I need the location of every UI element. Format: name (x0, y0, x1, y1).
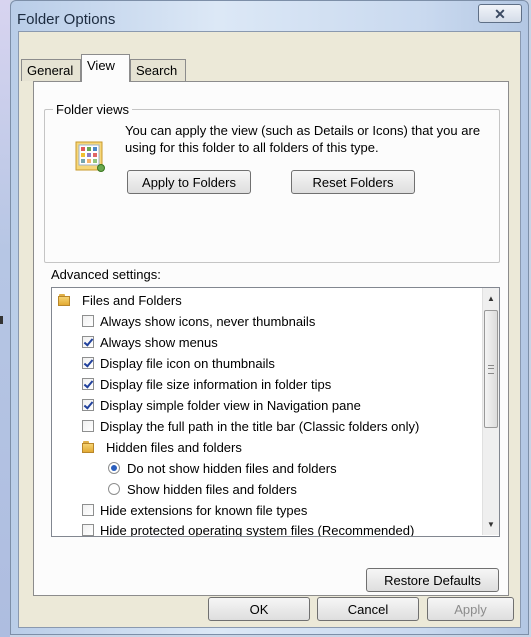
advanced-settings-label: Advanced settings: (51, 267, 161, 282)
setting-simple-folder-view[interactable]: Display simple folder view in Navigation… (82, 395, 361, 415)
folder-views-legend: Folder views (53, 102, 132, 117)
setting-label: Display file icon on thumbnails (100, 355, 275, 371)
setting-display-file-icon[interactable]: Display file icon on thumbnails (82, 353, 275, 373)
apply-button[interactable]: Apply (427, 597, 514, 621)
tab-view[interactable]: View (81, 54, 130, 82)
radio-button[interactable] (108, 462, 120, 474)
view-tab-panel: Folder views You can apply the view (suc… (33, 81, 509, 596)
tab-general[interactable]: General (21, 59, 81, 81)
folder-view-icon (75, 141, 105, 172)
ok-button[interactable]: OK (208, 597, 310, 621)
tree-category-files-folders: Files and Folders (58, 290, 182, 310)
restore-defaults-button[interactable]: Restore Defaults (366, 568, 499, 592)
folder-icon (58, 293, 72, 307)
setting-label: Display simple folder view in Navigation… (100, 397, 361, 413)
setting-display-full-path[interactable]: Display the full path in the title bar (… (82, 416, 419, 436)
checkbox[interactable] (82, 336, 94, 348)
background-mark (0, 316, 3, 324)
folder-views-group: Folder views You can apply the view (suc… (44, 102, 500, 263)
scroll-down-arrow-icon[interactable]: ▼ (483, 516, 499, 533)
scroll-thumb[interactable] (484, 310, 498, 428)
checkbox[interactable] (82, 420, 94, 432)
close-button[interactable]: ✕ (478, 4, 522, 23)
setting-hide-protected-files[interactable]: Hide protected operating system files (R… (82, 520, 415, 537)
checkbox[interactable] (82, 504, 94, 516)
folder-views-description: You can apply the view (such as Details … (125, 123, 481, 155)
setting-label: Hide extensions for known file types (100, 502, 308, 518)
setting-display-file-size[interactable]: Display file size information in folder … (82, 374, 331, 394)
vertical-scrollbar[interactable]: ▲ ▼ (482, 288, 499, 535)
setting-label: Display the full path in the title bar (… (100, 418, 420, 434)
category-label: Files and Folders (82, 292, 182, 308)
window-title: Folder Options (17, 11, 116, 28)
setting-label: Do not show hidden files and folders (127, 460, 337, 476)
setting-always-show-menus[interactable]: Always show menus (82, 332, 218, 352)
tab-general-label: General (27, 63, 74, 78)
reset-folders-button[interactable]: Reset Folders (291, 170, 415, 194)
category-label: Hidden files and folders (106, 439, 242, 455)
folder-options-window: Folder Options ✕ General View Search Fol… (10, 0, 529, 635)
setting-label: Hide protected operating system files (R… (100, 522, 415, 537)
radio-button[interactable] (108, 483, 120, 495)
setting-label: Always show icons, never thumbnails (100, 313, 316, 329)
checkbox[interactable] (82, 399, 94, 411)
setting-do-not-show-hidden[interactable]: Do not show hidden files and folders (108, 458, 337, 478)
advanced-settings-tree[interactable]: Files and Folders Always show icons, nev… (51, 287, 500, 537)
checkbox[interactable] (82, 315, 94, 327)
scroll-up-arrow-icon[interactable]: ▲ (483, 290, 499, 307)
close-icon: ✕ (494, 5, 506, 22)
folder-icon (82, 440, 96, 454)
setting-hide-extensions[interactable]: Hide extensions for known file types (82, 500, 307, 520)
tree-category-hidden-files: Hidden files and folders (82, 437, 242, 457)
setting-label: Show hidden files and folders (127, 481, 297, 497)
setting-show-hidden[interactable]: Show hidden files and folders (108, 479, 297, 499)
tab-search-label: Search (136, 63, 178, 78)
apply-to-folders-button[interactable]: Apply to Folders (127, 170, 251, 194)
checkbox[interactable] (82, 524, 94, 536)
setting-always-show-icons[interactable]: Always show icons, never thumbnails (82, 311, 315, 331)
title-bar[interactable]: Folder Options ✕ (11, 1, 528, 31)
dialog-client-area: General View Search Folder views You can… (18, 31, 521, 628)
setting-label: Display file size information in folder … (100, 376, 332, 392)
checkbox[interactable] (82, 378, 94, 390)
grip-icon (488, 364, 494, 374)
checkbox[interactable] (82, 357, 94, 369)
cancel-button[interactable]: Cancel (317, 597, 419, 621)
tab-view-label: View (87, 58, 115, 73)
tab-search[interactable]: Search (130, 59, 186, 81)
setting-label: Always show menus (100, 334, 218, 350)
